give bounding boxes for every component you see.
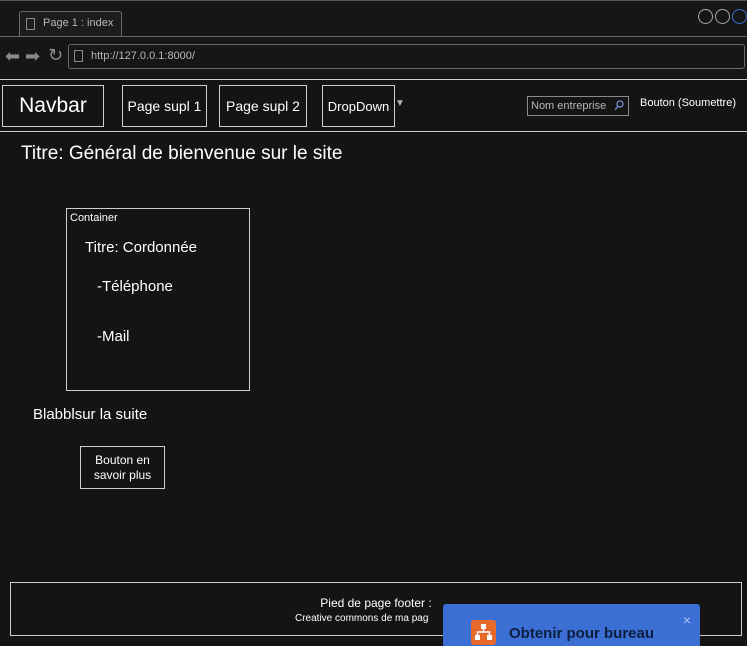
- app-logo-icon: [471, 620, 496, 645]
- browser-tab-title: Page 1 : index: [43, 17, 114, 29]
- navbar: Navbar Page supl 1 Page supl 2 DropDown …: [0, 79, 747, 132]
- reload-icon[interactable]: ↻: [48, 45, 63, 65]
- learn-more-button[interactable]: Bouton en savoir plus: [80, 446, 165, 489]
- search-placeholder: Nom entreprise: [531, 100, 607, 112]
- body-text: Blabblsur la suite: [33, 406, 148, 423]
- back-arrow-icon[interactable]: ⬅: [5, 46, 20, 66]
- page-title: Titre: Général de bienvenue sur le site: [21, 143, 343, 164]
- url-field[interactable]: http://127.0.0.1:8000/: [68, 44, 745, 69]
- nav-link-page-1[interactable]: Page supl 1: [122, 85, 207, 127]
- browser-tab-strip: Page 1 : index: [0, 0, 747, 36]
- search-icon: [614, 100, 624, 111]
- window-close-button[interactable]: [732, 9, 747, 24]
- browser-tab[interactable]: Page 1 : index: [19, 11, 122, 36]
- window-minimize-button[interactable]: [698, 9, 713, 24]
- contact-mail: -Mail: [97, 328, 130, 345]
- contact-phone: -Téléphone: [97, 278, 173, 295]
- footer-subtitle: Creative commons de ma pag: [295, 613, 429, 624]
- url-text: http://127.0.0.1:8000/: [91, 50, 195, 62]
- submit-button[interactable]: Bouton (Soumettre): [640, 97, 736, 109]
- container-label: Container: [70, 212, 118, 224]
- promo-text: Obtenir pour bureau: [509, 625, 655, 642]
- desktop-promo-banner[interactable]: Obtenir pour bureau ×: [443, 604, 700, 646]
- dropdown-menu[interactable]: DropDown: [322, 85, 395, 127]
- close-icon[interactable]: ×: [683, 612, 691, 628]
- navbar-brand[interactable]: Navbar: [2, 85, 104, 127]
- forward-arrow-icon[interactable]: ➡: [25, 46, 40, 66]
- contact-title: Titre: Cordonnée: [85, 239, 198, 256]
- caret-down-icon[interactable]: ▼: [395, 98, 405, 109]
- search-input[interactable]: Nom entreprise: [527, 96, 629, 116]
- nav-link-page-2[interactable]: Page supl 2: [219, 85, 307, 127]
- contact-container: Container Titre: Cordonnée -Téléphone -M…: [66, 208, 250, 391]
- page-icon: [74, 50, 83, 62]
- page-icon: [26, 18, 35, 30]
- address-bar: ⬅ ➡ ↻ http://127.0.0.1:8000/: [0, 36, 747, 77]
- window-maximize-button[interactable]: [715, 9, 730, 24]
